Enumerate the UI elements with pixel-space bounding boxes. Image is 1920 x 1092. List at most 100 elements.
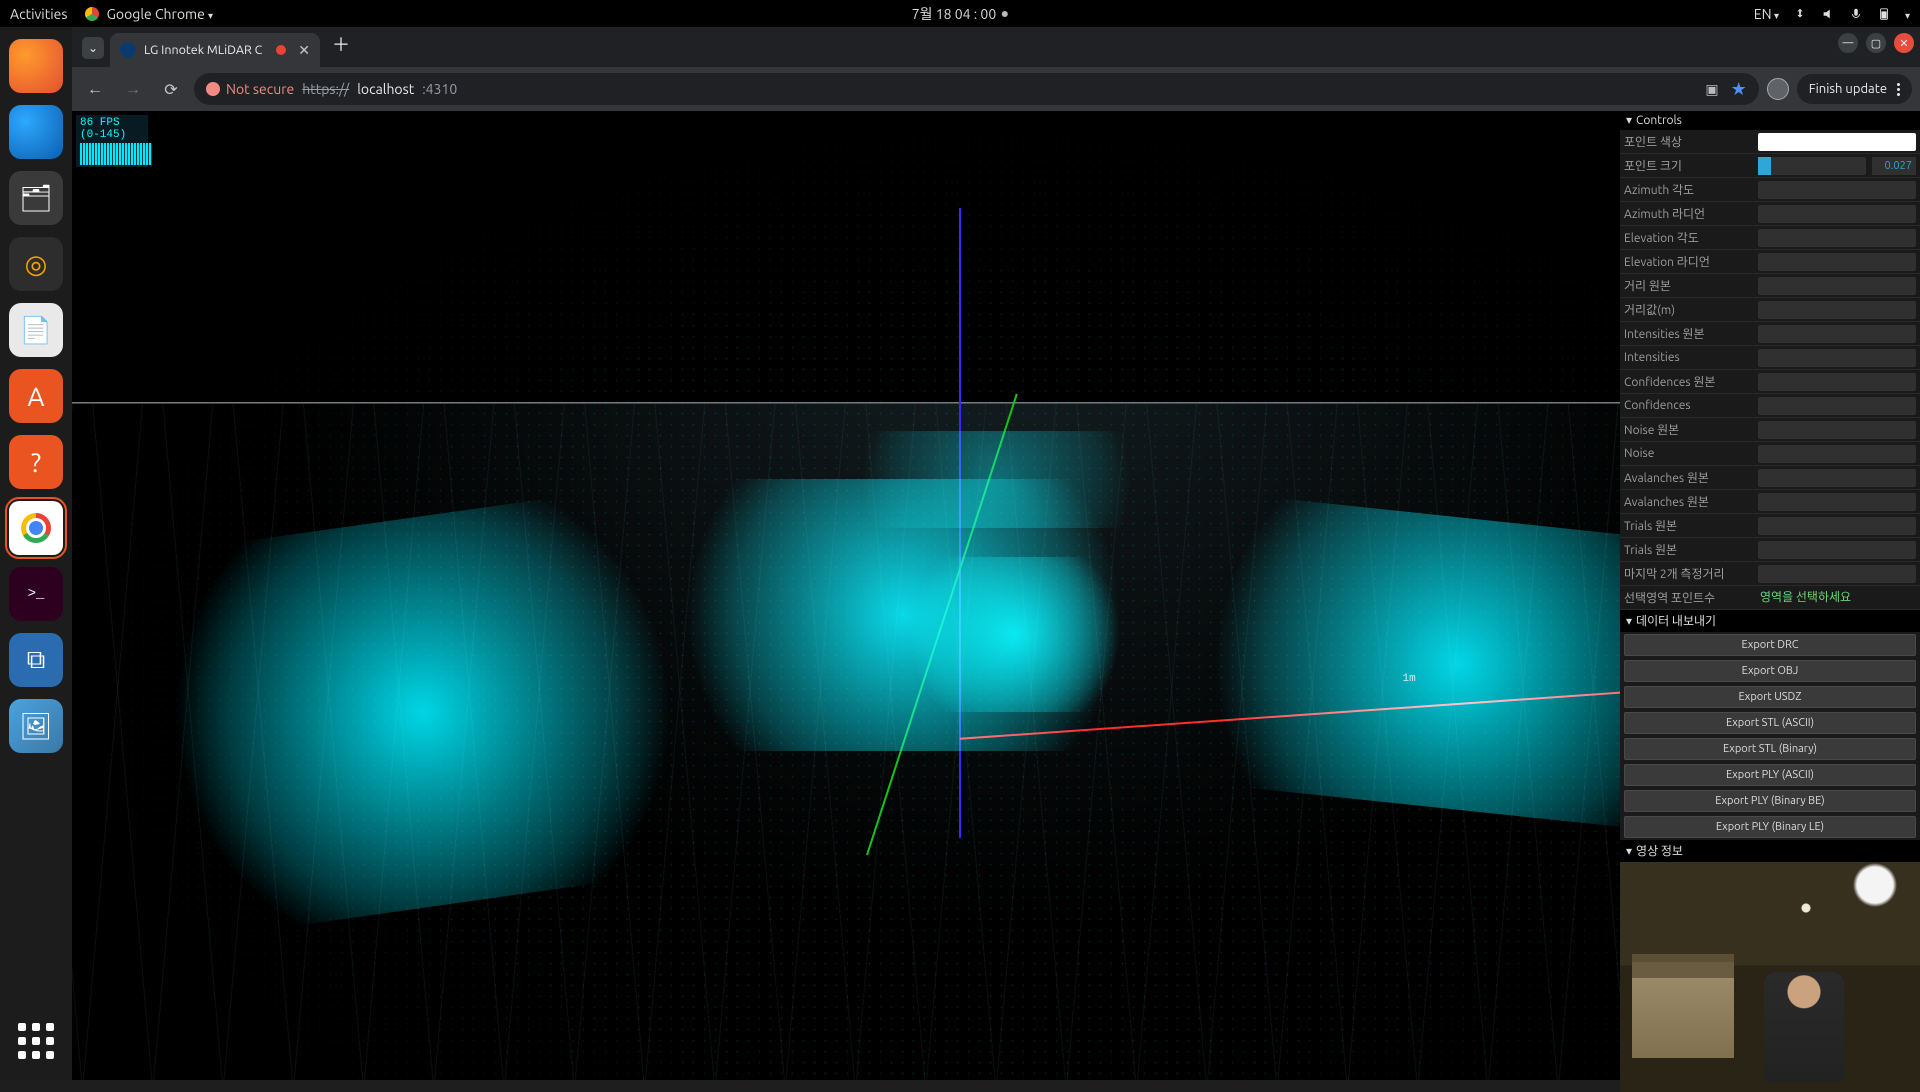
- show-applications[interactable]: [9, 1014, 63, 1068]
- dock-libreoffice[interactable]: 📄: [9, 303, 63, 357]
- dock-help[interactable]: ?: [9, 435, 63, 489]
- security-indicator[interactable]: Not secure: [206, 81, 294, 97]
- back-button[interactable]: ←: [80, 74, 110, 104]
- new-tab-button[interactable]: ＋: [332, 31, 350, 57]
- dock-chrome[interactable]: [9, 501, 63, 555]
- pointcloud-region: [811, 431, 1181, 528]
- export-ply-le-button[interactable]: Export PLY (Binary LE): [1624, 816, 1916, 838]
- input-source[interactable]: EN: [1754, 6, 1779, 22]
- value-field[interactable]: [1758, 205, 1916, 223]
- row-dist-m: 거리값(m): [1620, 298, 1920, 322]
- color-swatch[interactable]: [1758, 133, 1916, 151]
- row-trials-raw2: Trials 원본: [1620, 538, 1920, 562]
- reload-button[interactable]: ⟳: [156, 74, 186, 104]
- export-stl-ascii-button[interactable]: Export STL (ASCII): [1624, 712, 1916, 734]
- row-label: Confidences: [1624, 399, 1752, 412]
- mic-icon[interactable]: [1849, 7, 1863, 21]
- camera-person: [1764, 972, 1844, 1082]
- value-field[interactable]: [1758, 421, 1916, 439]
- export-obj-button[interactable]: Export OBJ: [1624, 660, 1916, 682]
- value-field[interactable]: [1758, 541, 1916, 559]
- value-field[interactable]: [1758, 229, 1916, 247]
- row-sel-points: 선택영역 포인트수 영역을 선택하세요: [1620, 586, 1920, 610]
- window-close[interactable]: ✕: [1894, 33, 1914, 53]
- window-minimize[interactable]: —: [1838, 33, 1858, 53]
- value-field[interactable]: [1758, 445, 1916, 463]
- dock-software[interactable]: A: [9, 369, 63, 423]
- recording-indicator-icon: [276, 45, 286, 55]
- gui-section-controls[interactable]: ▾ Controls: [1620, 111, 1920, 130]
- volume-icon[interactable]: [1821, 7, 1835, 21]
- row-label: Avalanches 원본: [1624, 493, 1752, 510]
- value-field[interactable]: [1758, 469, 1916, 487]
- gui-section-video[interactable]: ▾ 영상 정보: [1620, 840, 1920, 862]
- network-icon[interactable]: [1793, 7, 1807, 21]
- export-ply-be-button[interactable]: Export PLY (Binary BE): [1624, 790, 1916, 812]
- dock-firefox[interactable]: [9, 39, 63, 93]
- dock-files[interactable]: 🗂: [9, 171, 63, 225]
- omnibox[interactable]: Not secure https:// localhost :4310 ▣ ★: [194, 73, 1759, 105]
- row-elevation-deg: Elevation 각도: [1620, 226, 1920, 250]
- dock-terminal[interactable]: >_: [9, 567, 63, 621]
- row-point-size[interactable]: 포인트 크기 0.027: [1620, 154, 1920, 178]
- chevron-down-icon: ▾: [1626, 614, 1632, 628]
- row-label: Trials 원본: [1624, 517, 1752, 534]
- dock-imageviewer[interactable]: 🖼: [9, 699, 63, 753]
- screencast-icon[interactable]: ▣: [1705, 81, 1718, 98]
- slider-value[interactable]: 0.027: [1872, 157, 1916, 175]
- row-label: Noise: [1624, 447, 1752, 460]
- finish-update-button[interactable]: Finish update: [1797, 74, 1912, 104]
- value-field[interactable]: [1758, 325, 1916, 343]
- value-field[interactable]: [1758, 373, 1916, 391]
- value-field[interactable]: [1758, 253, 1916, 271]
- value-field[interactable]: [1758, 517, 1916, 535]
- row-dist-raw: 거리 원본: [1620, 274, 1920, 298]
- clock[interactable]: 7월 18 04 : 00: [912, 4, 996, 24]
- forward-button[interactable]: →: [118, 74, 148, 104]
- value-field[interactable]: [1758, 397, 1916, 415]
- system-menu[interactable]: [1905, 6, 1910, 22]
- export-stl-bin-button[interactable]: Export STL (Binary): [1624, 738, 1916, 760]
- warning-icon: [206, 82, 220, 96]
- not-secure-label: Not secure: [226, 81, 294, 97]
- row-label: Intensities 원본: [1624, 325, 1752, 342]
- dock-rhythmbox[interactable]: ◎: [9, 237, 63, 291]
- row-intens-raw: Intensities 원본: [1620, 322, 1920, 346]
- row-point-color[interactable]: 포인트 색상: [1620, 130, 1920, 154]
- bookmark-icon[interactable]: ★: [1731, 79, 1747, 100]
- dock-thunderbird[interactable]: [9, 105, 63, 159]
- value-field[interactable]: [1758, 349, 1916, 367]
- export-usdz-button[interactable]: Export USDZ: [1624, 686, 1916, 708]
- app-menu[interactable]: Google Chrome: [85, 6, 213, 22]
- slider[interactable]: [1758, 157, 1866, 175]
- chevron-down-icon: ▾: [1626, 113, 1632, 127]
- url-protocol: https://: [302, 81, 349, 97]
- tab-close-icon[interactable]: ✕: [298, 42, 310, 59]
- value-field[interactable]: [1758, 301, 1916, 319]
- value-field[interactable]: [1758, 565, 1916, 583]
- window-maximize[interactable]: ▢: [1866, 33, 1886, 53]
- gui-section-export[interactable]: ▾ 데이터 내보내기: [1620, 610, 1920, 632]
- battery-icon[interactable]: [1877, 7, 1891, 21]
- value-field[interactable]: [1758, 181, 1916, 199]
- activities-button[interactable]: Activities: [10, 6, 67, 22]
- gui-panel: ▾ Controls 포인트 색상 포인트 크기 0.027 Azimuth 각…: [1620, 111, 1920, 1092]
- export-ply-ascii-button[interactable]: Export PLY (ASCII): [1624, 764, 1916, 786]
- row-noise: Noise: [1620, 442, 1920, 466]
- row-label: 포인트 색상: [1624, 133, 1752, 150]
- tab-favicon: [120, 42, 136, 58]
- profile-button[interactable]: [1767, 78, 1789, 100]
- row-label: Azimuth 라디언: [1624, 205, 1752, 222]
- value-field[interactable]: [1758, 277, 1916, 295]
- row-label: Avalanches 원본: [1624, 469, 1752, 486]
- chrome-menu-icon[interactable]: [1897, 83, 1900, 96]
- row-label: Azimuth 각도: [1624, 181, 1752, 198]
- dock-screenshot[interactable]: ⧉: [9, 633, 63, 687]
- value-field[interactable]: [1758, 493, 1916, 511]
- export-drc-button[interactable]: Export DRC: [1624, 634, 1916, 656]
- window-controls: — ▢ ✕: [1838, 33, 1914, 53]
- lidar-viewport[interactable]: 86 FPS (0-145) 1m ▾ Controls 포인트 색상: [72, 111, 1920, 1080]
- tab-search-button[interactable]: ⌄: [82, 37, 104, 59]
- tab-active[interactable]: LG Innotek MLiDAR C ✕: [110, 33, 320, 67]
- row-azimuth-deg: Azimuth 각도: [1620, 178, 1920, 202]
